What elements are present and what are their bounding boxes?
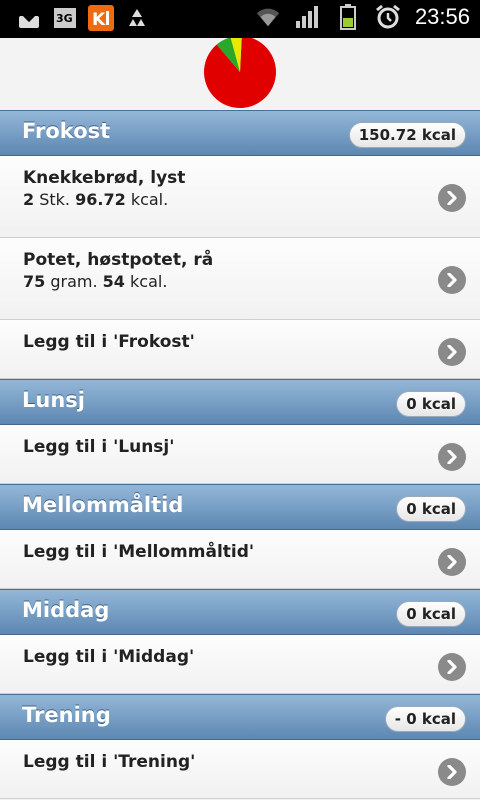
food-unit: gram. xyxy=(50,272,98,291)
section-title: Frokost xyxy=(22,119,111,143)
kalo-app-icon: K xyxy=(88,5,114,31)
food-item[interactable]: Potet, høstpotet, rå 75 gram. 54 kcal. xyxy=(0,238,480,320)
add-label: Legg til i 'Frokost' xyxy=(23,332,195,352)
section-title: Lunsj xyxy=(22,388,85,412)
food-name: Potet, høstpotet, rå xyxy=(23,250,214,270)
section-header-lunsj: Lunsj 0 kcal xyxy=(0,379,480,425)
chevron-right-icon xyxy=(438,443,466,471)
meal-list: Frokost 150.72 kcal Knekkebrød, lyst 2 Stk.… xyxy=(0,110,480,799)
food-unit: Stk. xyxy=(39,190,71,209)
section-header-mellommåltid: Mellommåltid 0 kcal xyxy=(0,484,480,530)
kcal-badge: 150.72 kcal xyxy=(348,122,466,148)
section-title: Trening xyxy=(22,703,111,727)
section-header-middag: Middag 0 kcal xyxy=(0,589,480,635)
food-kcal-unit: kcal. xyxy=(130,190,169,209)
add-to-lunsj-button[interactable]: Legg til i 'Lunsj' xyxy=(0,425,480,484)
3g-icon: 3G xyxy=(52,5,78,31)
calorie-pie-chart-area xyxy=(0,38,480,110)
section-header-trening: Trening - 0 kcal xyxy=(0,694,480,740)
signal-icon xyxy=(295,4,321,30)
food-name: Knekkebrød, lyst xyxy=(23,168,186,188)
add-to-frokost-button[interactable]: Legg til i 'Frokost' xyxy=(0,320,480,379)
add-to-trening-button[interactable]: Legg til i 'Trening' xyxy=(0,740,480,799)
chevron-right-icon xyxy=(438,266,466,294)
food-quantity: 2 xyxy=(23,190,35,209)
food-kcal: 54 xyxy=(102,272,125,291)
battery-icon xyxy=(335,4,361,30)
wifi-icon xyxy=(255,4,281,30)
food-detail: 75 gram. 54 kcal. xyxy=(23,272,167,291)
chevron-right-icon xyxy=(438,653,466,681)
add-label: Legg til i 'Middag' xyxy=(23,647,195,667)
svg-text:3G: 3G xyxy=(56,12,73,25)
alarm-icon xyxy=(375,4,401,30)
add-to-mellommåltid-button[interactable]: Legg til i 'Mellommåltid' xyxy=(0,530,480,589)
food-detail: 2 Stk. 96.72 kcal. xyxy=(23,190,168,209)
chevron-right-icon xyxy=(438,758,466,786)
section-title: Mellommåltid xyxy=(22,493,184,517)
add-label: Legg til i 'Lunsj' xyxy=(23,437,175,457)
kcal-badge: - 0 kcal xyxy=(384,706,466,732)
food-item[interactable]: Knekkebrød, lyst 2 Stk. 96.72 kcal. xyxy=(0,156,480,238)
add-to-middag-button[interactable]: Legg til i 'Middag' xyxy=(0,635,480,694)
clock: 23:56 xyxy=(414,4,470,29)
svg-text:K: K xyxy=(92,10,106,30)
section-header-frokost: Frokost 150.72 kcal xyxy=(0,110,480,156)
add-label: Legg til i 'Mellommåltid' xyxy=(23,542,255,562)
chevron-right-icon xyxy=(438,338,466,366)
kcal-badge: 0 kcal xyxy=(396,601,466,627)
kcal-badge: 0 kcal xyxy=(396,391,466,417)
add-label: Legg til i 'Trening' xyxy=(23,752,196,772)
status-bar: 3G K 23:56 xyxy=(0,0,480,38)
chevron-right-icon xyxy=(438,184,466,212)
food-kcal: 96.72 xyxy=(75,190,126,209)
food-kcal-unit: kcal. xyxy=(130,272,168,291)
calorie-pie-chart xyxy=(204,38,277,108)
food-quantity: 75 xyxy=(23,272,46,291)
section-title: Middag xyxy=(22,598,110,622)
kcal-badge: 0 kcal xyxy=(396,496,466,522)
chevron-right-icon xyxy=(438,548,466,576)
recycle-icon xyxy=(124,5,150,31)
download-icon xyxy=(16,5,42,31)
